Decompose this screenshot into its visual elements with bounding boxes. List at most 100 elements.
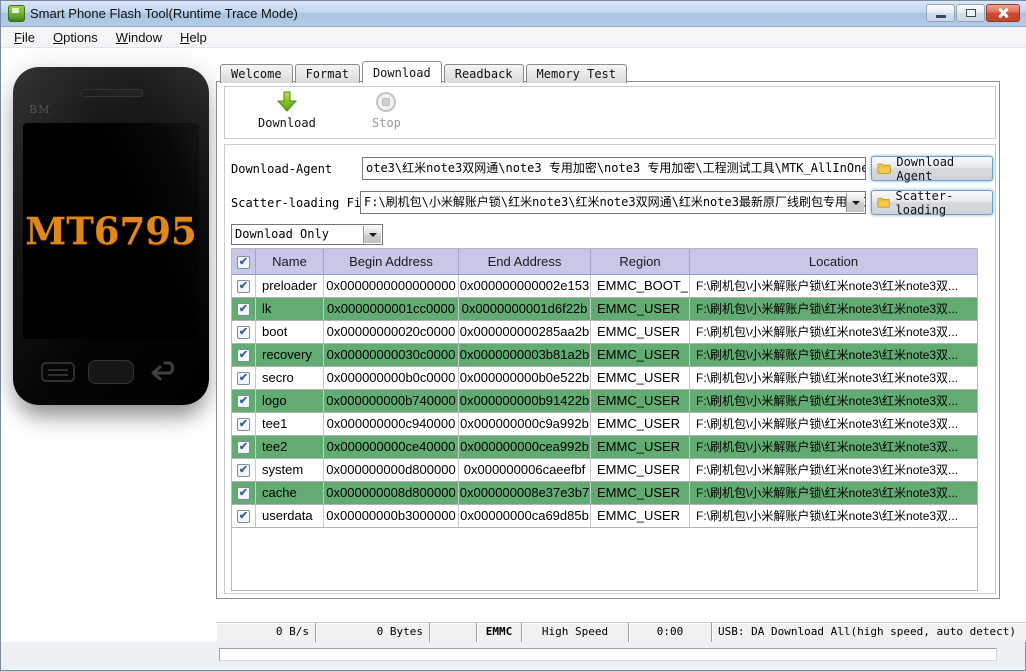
row-checkbox[interactable] xyxy=(237,279,250,293)
scatter-browse-label: Scatter-loading xyxy=(895,188,954,217)
row-checkbox-cell xyxy=(232,413,256,436)
row-checkbox[interactable] xyxy=(237,463,250,477)
download-agent-input[interactable]: ote3\红米note3双网通\note3 专用加密\note3 专用加密\工程… xyxy=(362,157,866,180)
table-row-userdata[interactable]: userdata0x00000000b30000000x00000000ca69… xyxy=(232,505,977,528)
cell-region: EMMC_USER xyxy=(591,459,690,482)
cell-name: lk xyxy=(256,298,324,321)
title-bar: Smart Phone Flash Tool(Runtime Trace Mod… xyxy=(1,1,1026,27)
downloaded-bytes: 0 Bytes xyxy=(316,623,430,642)
download-arrow-icon xyxy=(276,91,298,112)
cell-end: 0x000000000c9a992b xyxy=(459,413,591,436)
cell-region: EMMC_USER xyxy=(591,298,690,321)
phone-speaker xyxy=(81,89,143,97)
minimize-button[interactable] xyxy=(926,4,955,22)
cell-begin: 0x000000000c940000 xyxy=(324,413,459,436)
cell-region: EMMC_USER xyxy=(591,482,690,505)
row-checkbox[interactable] xyxy=(237,509,250,523)
table-row-tee1[interactable]: tee10x000000000c9400000x000000000c9a992b… xyxy=(232,413,977,436)
cell-location: F:\刷机包\小米解账户锁\红米note3\红米note3双... xyxy=(690,390,977,413)
folder-icon xyxy=(877,197,891,208)
column-header-name[interactable]: Name xyxy=(256,249,324,275)
row-checkbox-cell xyxy=(232,367,256,390)
tab-welcome[interactable]: Welcome xyxy=(220,64,293,83)
select-all-checkbox[interactable] xyxy=(237,255,250,269)
table-row-tee2[interactable]: tee20x000000000ce400000x000000000cea992b… xyxy=(232,436,977,459)
tab-memory-test[interactable]: Memory Test xyxy=(525,64,628,83)
scatter-dropdown-button[interactable] xyxy=(846,193,864,212)
cell-location: F:\刷机包\小米解账户锁\红米note3\红米note3双... xyxy=(690,505,977,528)
cell-name: cache xyxy=(256,482,324,505)
menu-item-help[interactable]: Help xyxy=(171,29,216,46)
cell-region: EMMC_USER xyxy=(591,367,690,390)
tab-format[interactable]: Format xyxy=(294,64,360,83)
select-all-checkbox-cell xyxy=(232,249,256,275)
column-header-region[interactable]: Region xyxy=(591,249,690,275)
row-checkbox-cell xyxy=(232,459,256,482)
download-mode-combobox[interactable]: Download Only xyxy=(231,224,383,245)
status-bar: 0 B/s 0 Bytes EMMC High Speed 0:00 USB: DA Do… xyxy=(216,622,1026,642)
cell-region: EMMC_USER xyxy=(591,505,690,528)
table-row-preloader[interactable]: preloader0x00000000000000000x00000000000… xyxy=(232,275,977,298)
elapsed-time: 0:00 xyxy=(629,623,712,642)
cell-region: EMMC_USER xyxy=(591,321,690,344)
tab-download[interactable]: Download xyxy=(361,61,442,83)
table-row-recovery[interactable]: recovery0x00000000030c00000x0000000003b8… xyxy=(232,344,977,367)
cell-region: EMMC_USER xyxy=(591,413,690,436)
row-checkbox[interactable] xyxy=(237,348,250,362)
cell-region: EMMC_USER xyxy=(591,390,690,413)
phone-menu-icon xyxy=(41,362,75,382)
folder-icon xyxy=(877,163,891,174)
download-tab-page: Download Stop Download-Agent ote3\红米note… xyxy=(216,81,1000,599)
row-checkbox[interactable] xyxy=(237,440,250,454)
row-checkbox-cell xyxy=(232,505,256,528)
table-row-boot[interactable]: boot0x00000000020c00000x000000000285aa2b… xyxy=(232,321,977,344)
row-checkbox[interactable] xyxy=(237,371,250,385)
column-header-location[interactable]: Location xyxy=(690,249,977,275)
table-row-system[interactable]: system0x000000000d8000000x000000006caeef… xyxy=(232,459,977,482)
menu-item-window[interactable]: Window xyxy=(107,29,171,46)
download-mode-dropdown-button[interactable] xyxy=(363,226,381,243)
row-checkbox[interactable] xyxy=(237,417,250,431)
cell-name: tee2 xyxy=(256,436,324,459)
table-row-lk[interactable]: lk0x0000000001cc00000x0000000001d6f22bEM… xyxy=(232,298,977,321)
row-checkbox-cell xyxy=(232,482,256,505)
cell-end: 0x000000000285aa2b xyxy=(459,321,591,344)
row-checkbox[interactable] xyxy=(237,302,250,316)
menu-item-file[interactable]: File xyxy=(5,29,44,46)
content-area: BM MT6795 Welcome Format Download Readback M… xyxy=(1,48,1026,661)
menu-bar: File Options Window Help xyxy=(1,27,1026,48)
chevron-down-icon xyxy=(368,232,377,241)
row-checkbox[interactable] xyxy=(237,394,250,408)
close-button[interactable] xyxy=(986,4,1020,22)
row-checkbox[interactable] xyxy=(237,325,250,339)
phone-screen: MT6795 xyxy=(23,123,199,339)
window-title: Smart Phone Flash Tool(Runtime Trace Mod… xyxy=(30,6,298,21)
download-button[interactable]: Download xyxy=(258,90,316,130)
table-row-cache[interactable]: cache0x000000008d8000000x000000008e37e3b… xyxy=(232,482,977,505)
phone-nav-bar xyxy=(13,355,209,389)
menu-item-options[interactable]: Options xyxy=(44,29,107,46)
row-checkbox[interactable] xyxy=(237,486,250,500)
column-header-begin-address[interactable]: Begin Address xyxy=(324,249,459,275)
table-row-secro[interactable]: secro0x000000000b0c00000x000000000b0e522… xyxy=(232,367,977,390)
tab-strip: Welcome Format Download Readback Memory Test xyxy=(220,61,629,83)
table-row-logo[interactable]: logo0x000000000b7400000x000000000b91422b… xyxy=(232,390,977,413)
cell-location: F:\刷机包\小米解账户锁\红米note3\红米note3双... xyxy=(690,321,977,344)
tab-readback[interactable]: Readback xyxy=(443,64,524,83)
cell-begin: 0x00000000020c0000 xyxy=(324,321,459,344)
download-agent-browse-button[interactable]: Download Agent xyxy=(871,155,993,183)
scatter-browse-button[interactable]: Scatter-loading xyxy=(871,188,993,217)
maximize-button[interactable] xyxy=(956,4,985,22)
cell-end: 0x00000000ca69d85b xyxy=(459,505,591,528)
cell-begin: 0x0000000000000000 xyxy=(324,275,459,298)
cell-name: secro xyxy=(256,367,324,390)
column-header-end-address[interactable]: End Address xyxy=(459,249,591,275)
row-checkbox-cell xyxy=(232,298,256,321)
scatter-file-combobox[interactable]: F:\刷机包\小米解账户锁\红米note3\红米note3双网通\红米note3… xyxy=(360,191,866,214)
storage-type: EMMC xyxy=(477,623,522,642)
stop-button[interactable]: Stop xyxy=(372,90,401,130)
app-window: Smart Phone Flash Tool(Runtime Trace Mod… xyxy=(0,0,1026,671)
cell-region: EMMC_USER xyxy=(591,344,690,367)
row-checkbox-cell xyxy=(232,436,256,459)
cell-begin: 0x00000000030c0000 xyxy=(324,344,459,367)
